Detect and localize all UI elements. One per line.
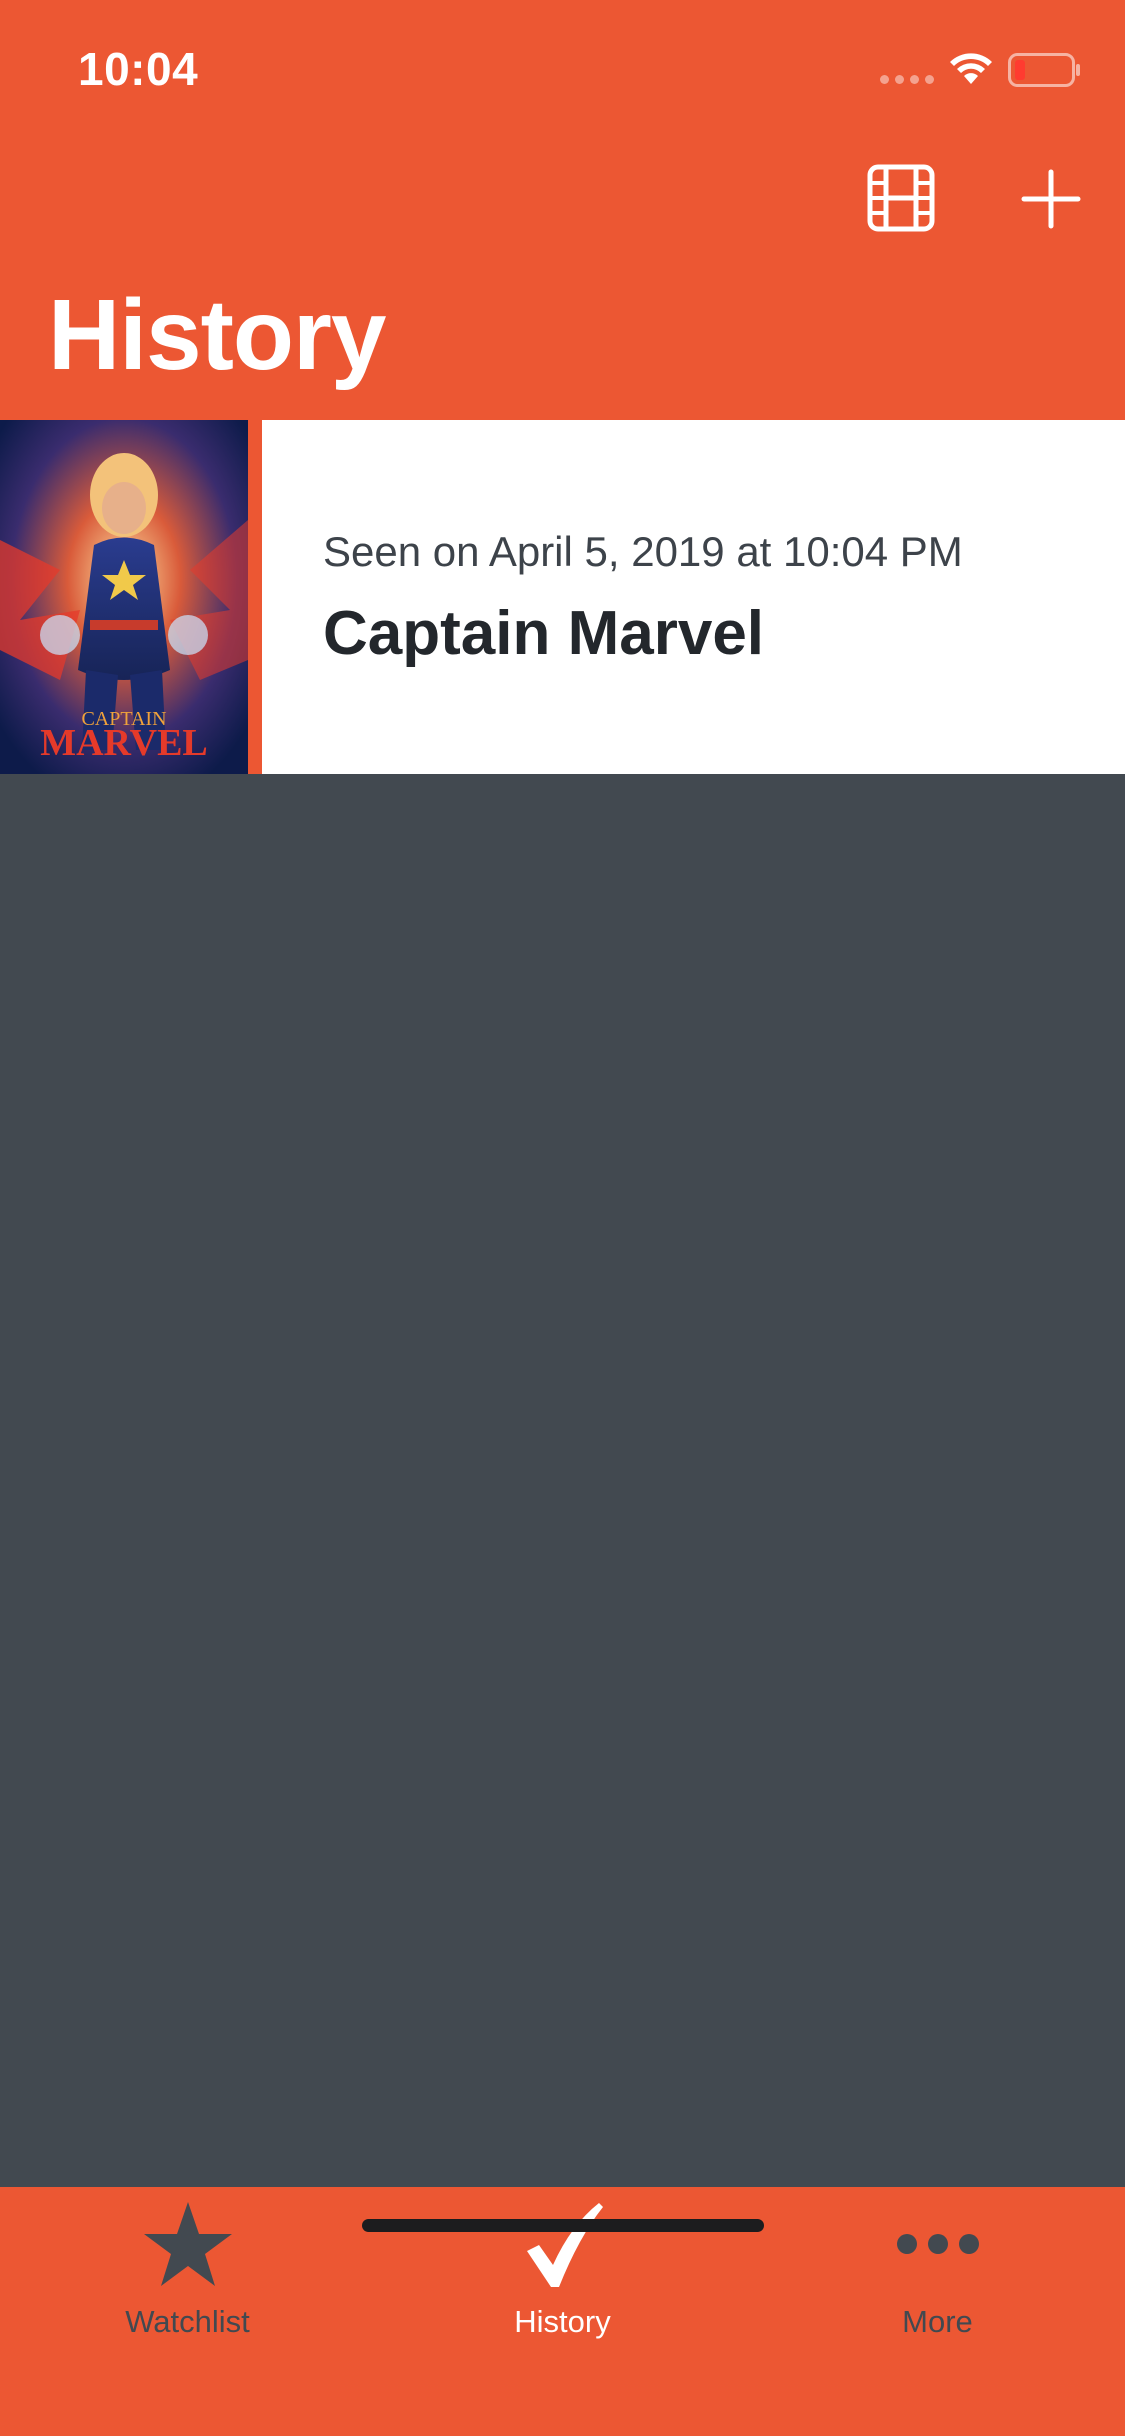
history-row[interactable]: CAPTAIN MARVEL Seen on April 5, 2019 at … — [0, 420, 1125, 774]
row-accent-bar — [248, 420, 262, 774]
tab-more[interactable]: More — [750, 2187, 1125, 2377]
seen-date-label: Seen on April 5, 2019 at 10:04 PM — [323, 528, 963, 575]
status-time: 10:04 — [78, 43, 199, 95]
checkmark-icon — [526, 2203, 603, 2287]
tab-label-history: History — [514, 2304, 611, 2339]
plus-icon — [1021, 169, 1081, 229]
tab-label-watchlist: Watchlist — [125, 2304, 250, 2339]
tab-watchlist[interactable]: Watchlist — [0, 2187, 375, 2377]
add-button[interactable] — [1020, 168, 1082, 230]
navigation-header: 10:04 History — [0, 0, 1125, 420]
home-indicator[interactable] — [362, 2219, 764, 2232]
page-title: History — [48, 279, 387, 391]
more-dots-icon — [896, 2234, 979, 2254]
film-icon — [867, 164, 935, 232]
movie-title: Captain Marvel — [323, 599, 765, 668]
battery-icon — [1008, 53, 1080, 87]
movie-poster: CAPTAIN MARVEL — [0, 420, 248, 774]
wifi-icon — [950, 53, 992, 84]
screen: 10:04 History CAPTAIN MARVEL Seen on Apr… — [0, 0, 1125, 2436]
tab-label-more: More — [902, 2304, 973, 2339]
star-icon — [143, 2202, 232, 2286]
poster-title-bottom: MARVEL — [40, 722, 208, 764]
film-button[interactable] — [866, 163, 936, 233]
cellular-signal-icon — [880, 75, 936, 85]
tab-history[interactable]: History — [375, 2187, 750, 2377]
